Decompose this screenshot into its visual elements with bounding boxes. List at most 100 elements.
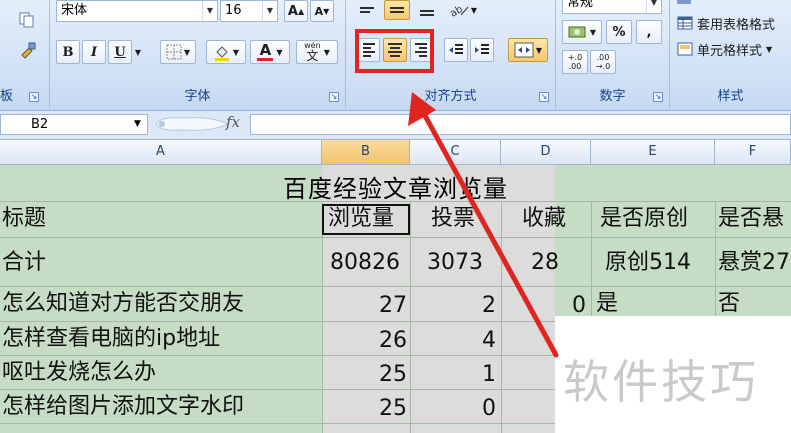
chevron-down-icon[interactable]: ▼: [202, 1, 217, 21]
clipboard-group-label: 板: [0, 89, 14, 104]
font-size-value: 16: [225, 3, 242, 18]
row2-votes[interactable]: 4: [482, 330, 496, 352]
formula-input[interactable]: [250, 114, 791, 135]
row1-title[interactable]: 怎么知道对方能否交朋友: [2, 293, 244, 315]
row2-title[interactable]: 怎样查看电脑的ip地址: [2, 328, 220, 350]
column-header-a[interactable]: A: [0, 140, 322, 164]
svg-text:ab: ab: [449, 4, 465, 17]
increase-indent-icon: [475, 44, 489, 54]
alignment-dialog-launcher[interactable]: ↘: [539, 92, 549, 102]
shrink-font-button[interactable]: A ▼: [310, 0, 334, 22]
fill-color-button[interactable]: ▼: [206, 40, 246, 64]
row3-title[interactable]: 呕吐发烧怎么办: [2, 362, 156, 384]
decrease-decimal-button[interactable]: .00 →.0: [590, 50, 616, 74]
sheet-title-cell[interactable]: 百度经验文章浏览量: [0, 169, 791, 204]
table-icon: [677, 16, 693, 30]
font-size-combo[interactable]: 16 ▼: [220, 0, 278, 22]
italic-button[interactable]: I: [82, 40, 106, 64]
row4-votes[interactable]: 0: [482, 398, 496, 420]
total-cell-reward[interactable]: 悬赏27: [718, 252, 790, 274]
insert-function-icon[interactable]: fx: [226, 113, 240, 131]
column-header-c[interactable]: C: [410, 140, 501, 164]
column-divider: [322, 201, 323, 433]
column-header-b[interactable]: B: [322, 140, 410, 164]
font-name-combo[interactable]: 宋体 ▼: [56, 0, 218, 22]
copy-icon[interactable]: [16, 10, 38, 30]
number-format-combo[interactable]: 常规 ▼: [562, 0, 662, 14]
orientation-button[interactable]: ab ▼: [446, 0, 480, 20]
format-as-table-button[interactable]: 套用表格格式: [676, 12, 791, 34]
decrease-indent-icon: [449, 44, 463, 54]
paint-bucket-icon: [214, 46, 229, 61]
phonetic-char: 文: [306, 49, 319, 63]
underline-dropdown-arrow[interactable]: ▼: [132, 40, 144, 64]
cell-styles-label: 单元格样式: [697, 43, 763, 59]
align-middle-button[interactable]: [384, 0, 410, 20]
header-cell-reward[interactable]: 是否悬: [718, 208, 784, 230]
merge-center-button[interactable]: ▼: [508, 38, 548, 62]
orientation-icon: ab: [449, 4, 469, 17]
format-as-table-label: 套用表格格式: [697, 17, 776, 33]
font-color-button[interactable]: A ▼: [250, 40, 290, 64]
font-dialog-launcher[interactable]: ↘: [329, 92, 339, 102]
total-cell-favorites[interactable]: 28: [531, 252, 559, 274]
grow-font-button[interactable]: A ▲: [284, 0, 308, 22]
row4-views[interactable]: 25: [379, 398, 407, 420]
phonetic-guide-button[interactable]: wén 文 ▼: [296, 40, 338, 64]
clipboard-dialog-launcher[interactable]: ↘: [29, 92, 39, 102]
header-cell-favorites[interactable]: 收藏: [522, 208, 566, 230]
chevron-down-icon[interactable]: ▼: [646, 0, 661, 13]
row1-views[interactable]: 27: [379, 295, 407, 317]
font-group: 宋体 ▼ 16 ▼ A ▲ A ▼ B I U ▼ ▼ ▼ A ▼ wén 文 …: [50, 0, 346, 108]
header-cell-original[interactable]: 是否原创: [600, 208, 688, 230]
total-cell-votes[interactable]: 3073: [427, 252, 483, 274]
decrease-indent-button[interactable]: [444, 38, 468, 62]
borders-button[interactable]: ▼: [160, 40, 196, 64]
row3-votes[interactable]: 1: [482, 364, 496, 386]
underline-button[interactable]: U: [108, 40, 132, 64]
column-headers: A B C D E F: [0, 140, 791, 165]
chevron-down-icon[interactable]: ▼: [262, 1, 277, 21]
row2-views[interactable]: 26: [379, 330, 407, 352]
percent-style-button[interactable]: %: [606, 20, 632, 44]
align-top-button[interactable]: [354, 0, 380, 20]
row1-reward[interactable]: 否: [718, 293, 740, 315]
column-header-f[interactable]: F: [715, 140, 791, 164]
watermark-text: 软件技巧: [563, 355, 759, 409]
row3-views[interactable]: 25: [379, 364, 407, 386]
total-cell-views[interactable]: 80826: [330, 252, 400, 274]
styles-group: 套用表格格式 单元格样式 ▼ 样式: [670, 0, 791, 108]
number-dialog-launcher[interactable]: ↘: [653, 92, 663, 102]
column-divider: [501, 201, 502, 433]
header-cell-votes[interactable]: 投票: [431, 208, 475, 230]
conditional-format-icon: [677, 0, 691, 4]
bold-button[interactable]: B: [56, 40, 80, 64]
number-group: 常规 ▼ ▼ % , +.0 .00 .00 →.0 数字 ↘: [556, 0, 670, 108]
column-divider: [410, 201, 411, 433]
font-group-label: 字体: [184, 89, 211, 104]
increase-indent-button[interactable]: [470, 38, 494, 62]
column-header-d[interactable]: D: [501, 140, 591, 164]
name-box[interactable]: B2: [0, 114, 148, 135]
format-painter-icon[interactable]: [16, 38, 40, 62]
clipboard-group: 板 ↘: [0, 0, 50, 108]
merge-center-icon: [514, 42, 534, 58]
increase-decimal-button[interactable]: +.0 .00: [562, 50, 588, 74]
total-cell-label[interactable]: 合计: [2, 252, 46, 274]
row1-favorites[interactable]: 0: [572, 295, 586, 317]
total-cell-original[interactable]: 原创514: [605, 252, 691, 274]
alignment-group-label: 对齐方式: [424, 89, 477, 104]
row4-title[interactable]: 怎样给图片添加文字水印: [2, 396, 244, 418]
conditional-format-button[interactable]: [676, 0, 786, 8]
accounting-format-button[interactable]: ▼: [562, 20, 602, 44]
header-cell-title[interactable]: 标题: [2, 208, 46, 230]
row1-original[interactable]: 是: [596, 293, 618, 315]
comma-style-button[interactable]: ,: [636, 20, 662, 44]
cell-styles-button[interactable]: 单元格样式 ▼: [676, 38, 791, 60]
active-cell-outline: [322, 204, 410, 235]
row1-votes[interactable]: 2: [482, 295, 496, 317]
font-color-letter: A: [259, 41, 272, 59]
align-bottom-button[interactable]: [414, 0, 440, 20]
chevron-down-icon[interactable]: ▼: [134, 119, 141, 129]
column-header-e[interactable]: E: [591, 140, 715, 164]
